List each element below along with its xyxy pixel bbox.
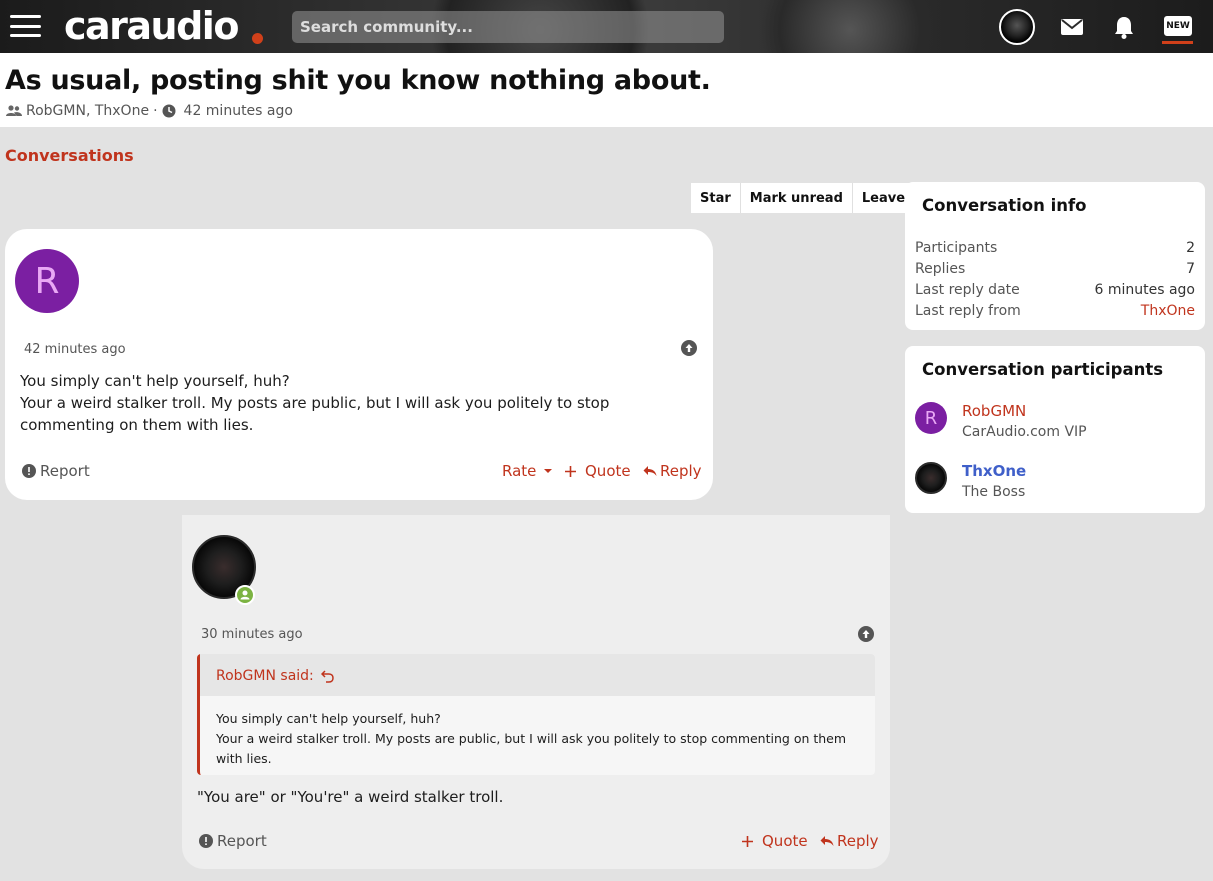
info-row-last-reply-date: Last reply date 6 minutes ago <box>915 282 1195 298</box>
user-avatar[interactable] <box>999 9 1035 45</box>
background-speaker-graphic <box>760 0 940 53</box>
info-label: Participants <box>915 240 998 256</box>
caret-down-icon <box>544 469 553 473</box>
quote-block: RobGMN said: You simply can't help yours… <box>197 654 875 775</box>
report-button[interactable]: Report <box>199 832 267 850</box>
message-body: "You are" or "You're" a weird stalker tr… <box>197 788 504 806</box>
bell-icon[interactable] <box>1111 14 1137 40</box>
reply-button[interactable]: Reply <box>643 462 702 480</box>
message-line: You simply can't help yourself, huh? <box>20 372 290 390</box>
info-value: 6 minutes ago <box>1094 282 1195 298</box>
quote-label: Quote <box>585 462 631 480</box>
plus-icon <box>565 465 576 477</box>
last-reply-user-link[interactable]: ThxOne <box>1141 303 1195 319</box>
quote-label: Quote <box>762 832 808 850</box>
mail-icon[interactable] <box>1059 14 1085 40</box>
participant-avatar-thxone[interactable] <box>915 462 947 494</box>
info-row-participants: Participants 2 <box>915 240 1195 256</box>
reply-icon <box>643 466 657 476</box>
page-title: As usual, posting shit you know nothing … <box>5 65 711 96</box>
reply-button[interactable]: Reply <box>820 832 879 850</box>
conversation-participants-title: Conversation participants <box>922 360 1164 379</box>
info-value: 7 <box>1186 261 1195 277</box>
quote-button[interactable]: Quote <box>564 462 631 480</box>
info-value: 2 <box>1186 240 1195 256</box>
mark-unread-button[interactable]: Mark unread <box>739 183 852 213</box>
info-label: Last reply from <box>915 303 1021 319</box>
participant-role: CarAudio.com VIP <box>962 424 1087 440</box>
info-label: Last reply date <box>915 282 1020 298</box>
quote-line: You simply can't help yourself, huh? <box>216 711 441 726</box>
participant-avatar-robgmn[interactable]: R <box>915 402 947 434</box>
active-indicator <box>1162 41 1193 44</box>
info-row-replies: Replies 7 <box>915 261 1195 277</box>
search-input[interactable] <box>292 11 724 43</box>
top-navigation-bar: caraudio NEW <box>0 0 1213 53</box>
whats-new-icon[interactable]: NEW <box>1164 16 1192 36</box>
quote-author: RobGMN said: <box>216 668 314 684</box>
info-label: Replies <box>915 261 966 277</box>
jump-to-quote-icon <box>320 669 334 683</box>
online-status-icon <box>235 585 255 605</box>
meta-separator: · <box>153 103 158 119</box>
users-icon <box>6 105 22 116</box>
message-robgmn <box>5 229 713 500</box>
logo-dot <box>252 33 263 44</box>
warning-icon <box>199 834 213 848</box>
star-button[interactable]: Star <box>691 183 740 213</box>
participant-name-robgmn[interactable]: RobGMN <box>962 402 1026 420</box>
rate-label: Rate <box>502 462 537 480</box>
message-line: Your a weird stalker troll. My posts are… <box>20 394 610 434</box>
menu-icon[interactable] <box>10 15 41 37</box>
quote-author-link[interactable]: RobGMN said: <box>216 668 334 684</box>
report-button[interactable]: Report <box>22 462 90 480</box>
report-label: Report <box>40 462 90 480</box>
breadcrumb-conversations[interactable]: Conversations <box>5 146 134 165</box>
reply-label: Reply <box>660 462 702 480</box>
participant-role: The Boss <box>962 484 1026 500</box>
message-body: You simply can't help yourself, huh? You… <box>20 370 690 436</box>
conversation-info-card: Conversation info Participants 2 Replies… <box>905 182 1205 330</box>
arrow-up-icon[interactable] <box>681 340 697 356</box>
site-logo[interactable]: caraudio <box>64 4 239 48</box>
conversation-actions: Star Mark unread Leave <box>691 183 915 213</box>
conversation-time: 42 minutes ago <box>183 103 293 119</box>
page-header: As usual, posting shit you know nothing … <box>0 53 1213 127</box>
quote-line: Your a weird stalker troll. My posts are… <box>216 731 847 766</box>
reply-icon <box>820 836 834 846</box>
quote-text: You simply can't help yourself, huh? You… <box>216 709 856 769</box>
plus-icon <box>742 835 753 847</box>
conversation-participants-card: Conversation participants R RobGMN CarAu… <box>905 346 1205 513</box>
warning-icon <box>22 464 36 478</box>
reply-label: Reply <box>837 832 879 850</box>
info-row-last-reply-from: Last reply from ThxOne <box>915 303 1195 319</box>
user-icon <box>240 590 250 600</box>
participant-name-thxone[interactable]: ThxOne <box>962 462 1026 480</box>
conversation-meta: RobGMN, ThxOne · 42 minutes ago <box>6 103 293 119</box>
arrow-up-icon[interactable] <box>858 626 874 642</box>
message-time[interactable]: 42 minutes ago <box>24 342 126 357</box>
message-avatar-robgmn[interactable]: R <box>15 249 79 313</box>
participants-list[interactable]: RobGMN, ThxOne <box>26 103 149 119</box>
rate-button[interactable]: Rate <box>502 462 557 480</box>
report-label: Report <box>217 832 267 850</box>
clock-icon <box>162 104 176 118</box>
message-time[interactable]: 30 minutes ago <box>201 627 303 642</box>
conversation-info-title: Conversation info <box>922 196 1087 215</box>
quote-button[interactable]: Quote <box>741 832 808 850</box>
